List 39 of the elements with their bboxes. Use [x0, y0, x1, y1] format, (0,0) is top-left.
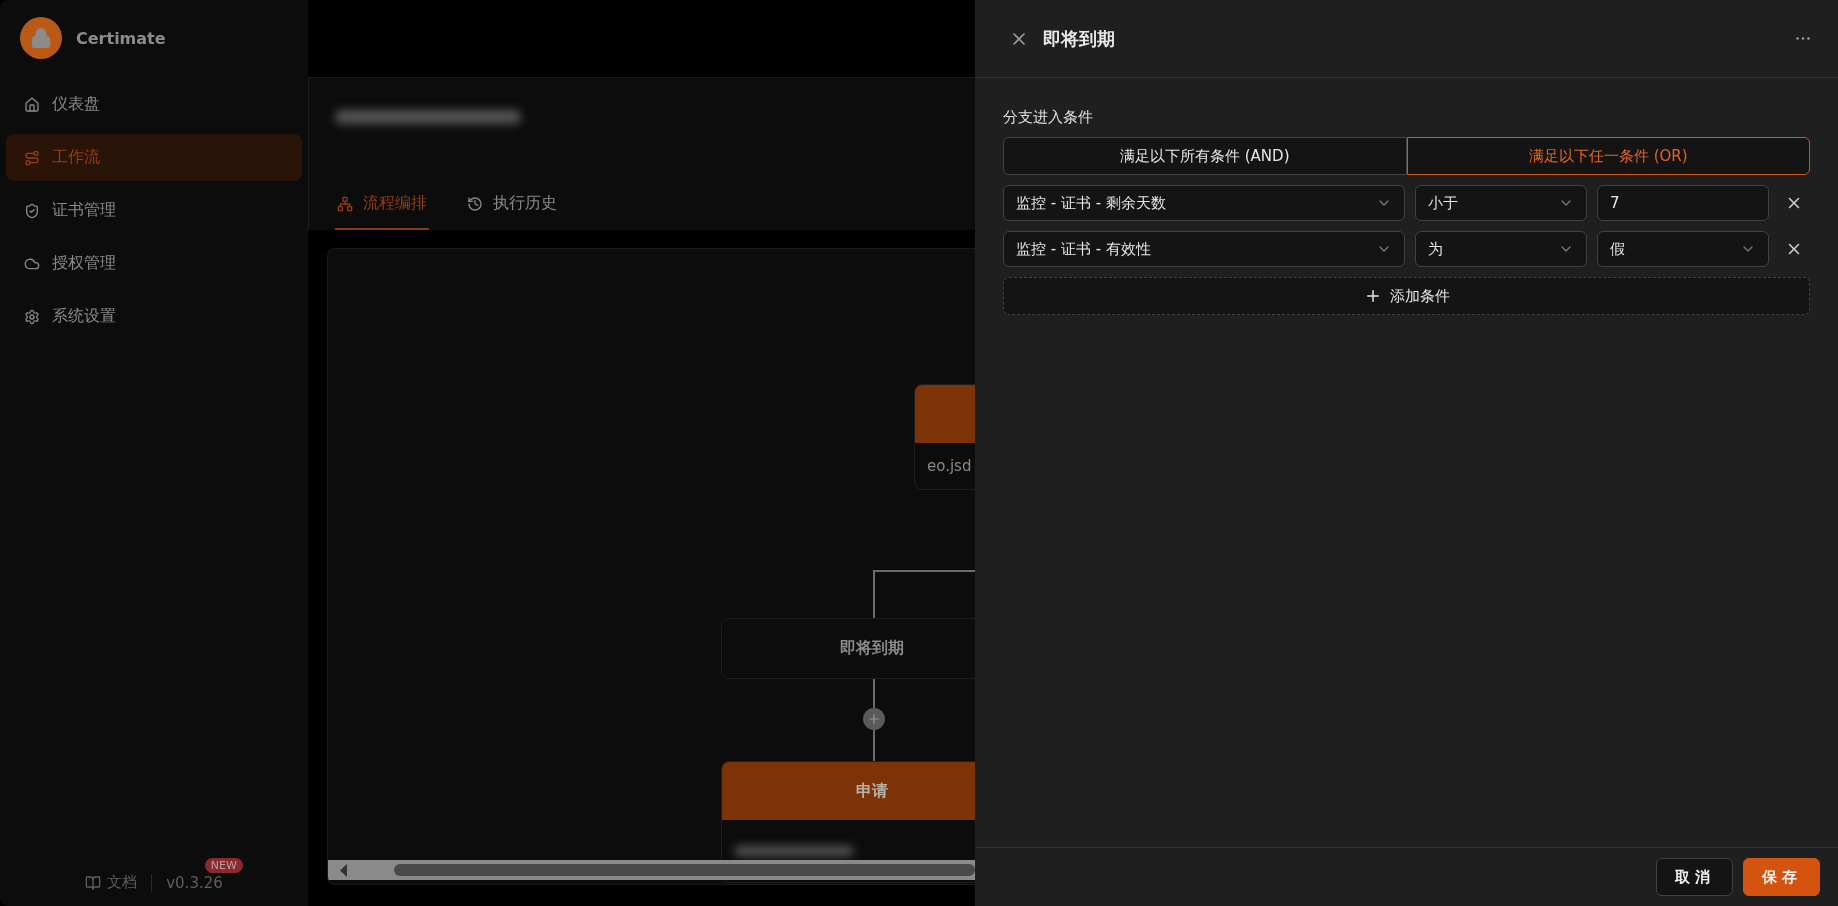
value-select[interactable]: 假 [1597, 231, 1769, 267]
field-select[interactable]: 监控 - 证书 - 剩余天数 [1003, 185, 1405, 221]
value-field[interactable]: 7 [1597, 185, 1769, 221]
operator-select[interactable]: 为 [1415, 231, 1587, 267]
condition-node[interactable]: 即将到期 [721, 618, 975, 679]
field-select[interactable]: 监控 - 证书 - 有效性 [1003, 231, 1405, 267]
version-text: v0.3.26 [166, 873, 223, 892]
operator-select[interactable]: 小于 [1415, 185, 1587, 221]
logic-option[interactable]: 满足以下所有条件 (AND) [1003, 137, 1407, 175]
sidebar-item[interactable]: 仪表盘 [6, 81, 302, 128]
scrollbar[interactable] [328, 860, 975, 880]
history-icon [467, 195, 483, 212]
sidebar-item[interactable]: 授权管理 [6, 240, 302, 287]
node-header: 申请 [722, 762, 975, 820]
home-icon [24, 96, 40, 113]
docs-link[interactable]: 文档 [85, 873, 138, 892]
hierarchy-icon [337, 195, 353, 212]
more-button[interactable] [1796, 37, 1810, 40]
more-icon [1796, 37, 1810, 40]
drawer-title: 即将到期 [1043, 26, 1116, 51]
shield-icon [24, 202, 40, 219]
logic-option[interactable]: 满足以下任一条件 (OR) [1406, 137, 1810, 175]
new-badge: NEW [204, 857, 243, 873]
node-subtitle: eo.jsd [927, 457, 972, 475]
add-node-icon[interactable] [863, 708, 885, 730]
sidebar-item[interactable]: 证书管理 [6, 187, 302, 234]
cancel-button[interactable]: 取消 [1656, 858, 1733, 896]
add-condition-button[interactable]: 添加条件 [1003, 277, 1810, 315]
sidebar-item[interactable]: 系统设置 [6, 293, 302, 340]
settings-icon [24, 308, 40, 325]
book-icon [85, 874, 102, 891]
app-name: Certimate [76, 28, 166, 48]
route-icon [24, 149, 40, 166]
lock-logo-icon [20, 17, 62, 59]
section-label: 分支进入条件 [1003, 108, 1094, 127]
tab[interactable]: 执行历史 [465, 193, 559, 230]
scroll-left-icon[interactable] [340, 863, 348, 877]
save-button[interactable]: 保存 [1743, 858, 1820, 896]
workflow-node[interactable]: eo.jsd [914, 384, 975, 490]
